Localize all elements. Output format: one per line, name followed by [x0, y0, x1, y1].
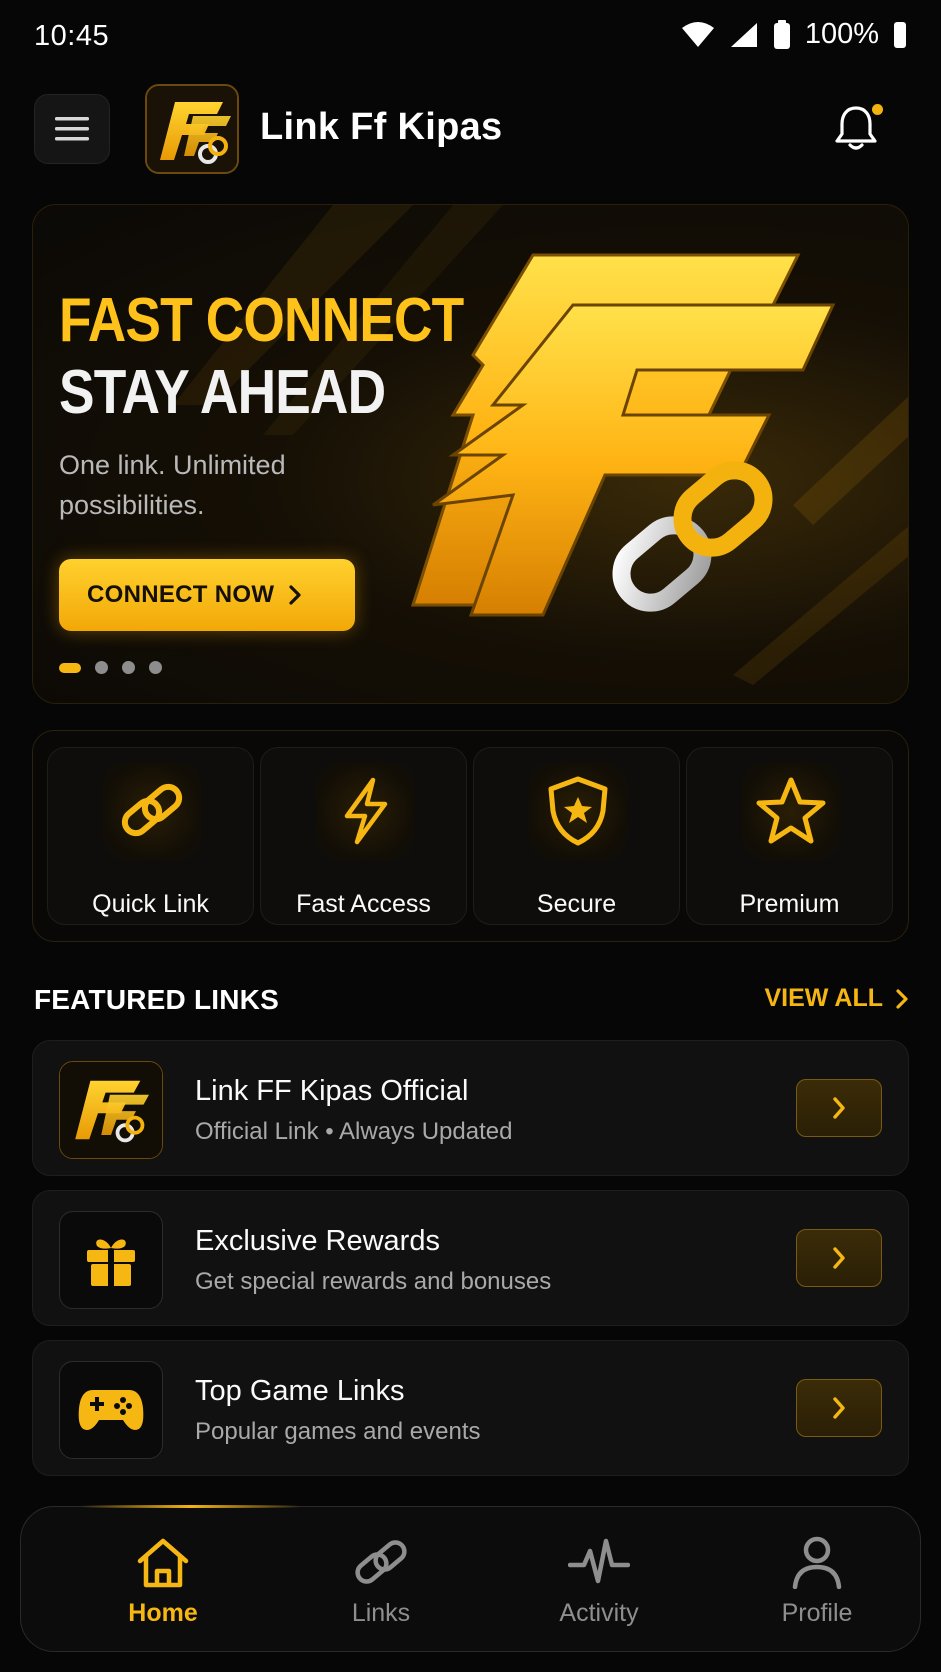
user-icon: [792, 1536, 842, 1589]
quick-action-label: Fast Access: [296, 890, 431, 918]
featured-item-title: Top Game Links: [195, 1375, 405, 1407]
connect-now-button[interactable]: CONNECT NOW: [59, 559, 355, 631]
quick-action-secure[interactable]: Secure: [473, 747, 680, 925]
chevron-right-icon: [289, 585, 301, 605]
lightning-icon: [344, 777, 388, 845]
hamburger-icon: [55, 117, 89, 141]
quick-action-fast-access[interactable]: Fast Access: [260, 747, 467, 925]
carousel-indicator[interactable]: [59, 661, 162, 674]
featured-item-official[interactable]: Link FF Kipas Official Official Link • A…: [32, 1040, 909, 1176]
carousel-dot-2[interactable]: [95, 661, 108, 674]
app-title: Link Ff Kipas: [260, 106, 503, 148]
nav-tab-home[interactable]: Home: [83, 1535, 243, 1628]
signal-icon: [730, 22, 757, 47]
nav-tab-links[interactable]: Links: [301, 1535, 461, 1628]
status-bar: 10:45 100%: [0, 0, 941, 76]
hero-title-line2: STAY AHEAD: [59, 358, 386, 427]
view-all-link[interactable]: VIEW ALL: [764, 984, 909, 1013]
hero-banner[interactable]: FAST CONNECT STAY AHEAD One link. Unlimi…: [32, 204, 909, 704]
chevron-right-icon: [896, 988, 908, 1009]
featured-item-title: Link FF Kipas Official: [195, 1075, 469, 1107]
quick-action-quick-link[interactable]: Quick Link: [47, 747, 254, 925]
active-tab-glow: [81, 1505, 301, 1508]
nav-tab-label: Activity: [559, 1599, 639, 1627]
wifi-icon: [681, 21, 714, 47]
featured-item-title: Exclusive Rewards: [195, 1225, 440, 1257]
gamepad-icon: [78, 1390, 144, 1430]
quick-actions: Quick Link Fast Access Secure Premium: [32, 730, 909, 942]
status-icons: 100%: [681, 18, 907, 51]
carousel-dot-4[interactable]: [149, 661, 162, 674]
featured-item-subtitle: Official Link • Always Updated: [195, 1118, 513, 1145]
connect-now-label: CONNECT NOW: [87, 581, 275, 608]
notification-dot: [872, 104, 883, 115]
open-link-button[interactable]: [796, 1379, 882, 1437]
ff-logo-icon: [147, 86, 237, 172]
star-icon: [756, 777, 826, 844]
shield-icon: [548, 776, 608, 846]
app-logo: [145, 84, 239, 174]
link-icon: [355, 1540, 407, 1584]
featured-section-title: FEATURED LINKS: [34, 984, 279, 1015]
nav-tab-label: Home: [128, 1599, 198, 1627]
bottom-navigation: Home Links Activity Profile: [20, 1505, 921, 1652]
home-icon: [137, 1538, 189, 1588]
battery-percent: 100%: [804, 18, 879, 50]
quick-action-premium[interactable]: Premium: [686, 747, 893, 925]
carousel-dot-3[interactable]: [122, 661, 135, 674]
status-time: 10:45: [34, 20, 110, 52]
open-link-button[interactable]: [796, 1079, 882, 1137]
hero-subtitle: One link. Unlimited possibilities.: [59, 450, 286, 520]
quick-action-label: Quick Link: [92, 890, 209, 918]
notification-button[interactable]: [833, 104, 883, 154]
featured-item-subtitle: Popular games and events: [195, 1418, 481, 1445]
nav-tab-label: Links: [351, 1599, 411, 1627]
view-all-label: VIEW ALL: [764, 984, 883, 1012]
chevron-right-icon: [833, 1247, 845, 1269]
open-link-button[interactable]: [796, 1229, 882, 1287]
hero-title-line1: FAST CONNECT: [59, 286, 464, 355]
nav-tab-activity[interactable]: Activity: [519, 1535, 679, 1628]
chevron-right-icon: [833, 1397, 845, 1419]
link-icon: [121, 783, 183, 837]
battery-outline-icon: [894, 21, 906, 48]
gift-icon: [87, 1239, 135, 1286]
featured-item-rewards[interactable]: Exclusive Rewards Get special rewards an…: [32, 1190, 909, 1326]
nav-tab-label: Profile: [781, 1599, 853, 1627]
activity-icon: [568, 1538, 630, 1584]
ff-logo-icon: [60, 1062, 162, 1158]
chevron-right-icon: [833, 1097, 845, 1119]
carousel-dot-1[interactable]: [59, 662, 81, 673]
nav-tab-profile[interactable]: Profile: [737, 1535, 897, 1628]
menu-button[interactable]: [34, 94, 110, 164]
quick-action-label: Premium: [739, 890, 840, 918]
featured-item-subtitle: Get special rewards and bonuses: [195, 1268, 552, 1295]
battery-icon: [773, 19, 790, 49]
featured-item-game-links[interactable]: Top Game Links Popular games and events: [32, 1340, 909, 1476]
quick-action-label: Secure: [536, 890, 617, 918]
